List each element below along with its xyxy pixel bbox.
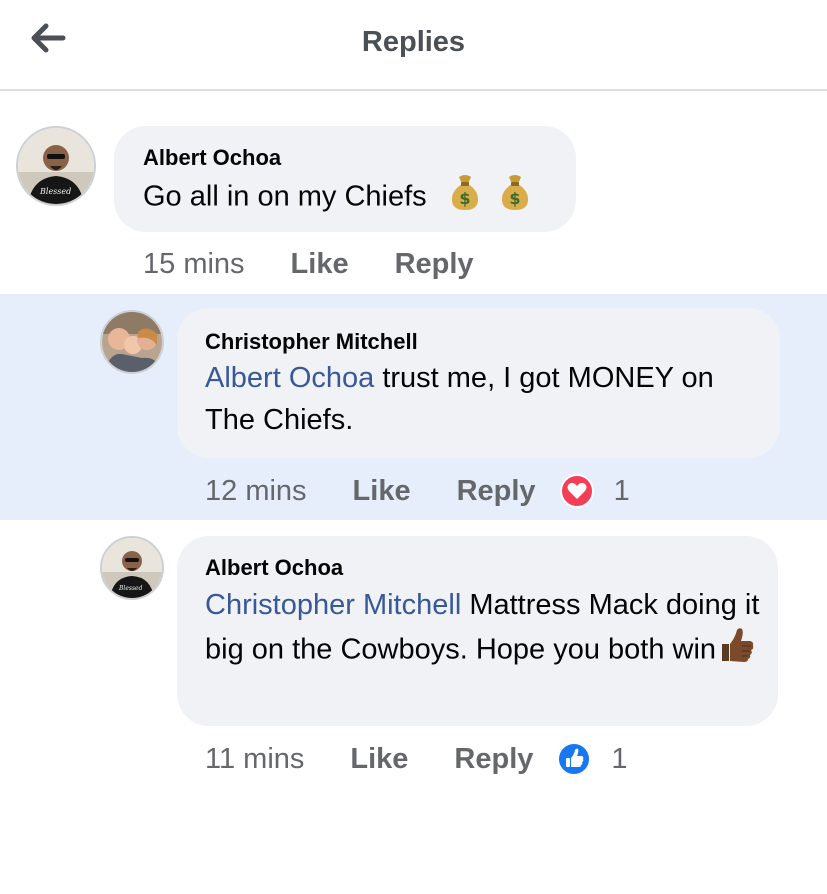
- comment-author[interactable]: Albert Ochoa: [205, 555, 343, 581]
- comment-text: Christopher Mitchell Mattress Mack doing…: [205, 584, 765, 676]
- profile-photo-albert: Blessed: [18, 128, 94, 204]
- like-reaction-icon: [557, 742, 592, 776]
- comment-body: Go all in on my Chiefs: [143, 180, 427, 213]
- profile-photo-albert: Blessed: [102, 538, 162, 598]
- reaction-count: 1: [611, 742, 628, 775]
- reply-button[interactable]: Reply: [395, 248, 474, 281]
- reaction-summary[interactable]: 1: [559, 474, 630, 508]
- page-title: Replies: [361, 26, 466, 58]
- love-reaction-icon: [559, 474, 594, 508]
- money-bag-icon: $: [499, 173, 531, 223]
- reply-button[interactable]: Reply: [457, 475, 536, 508]
- avatar[interactable]: Blessed: [100, 536, 164, 600]
- mention-link[interactable]: Albert Ochoa: [205, 362, 374, 394]
- comment-meta: 11 mins Like Reply 1: [205, 742, 628, 776]
- comment-time: 15 mins: [143, 248, 245, 280]
- comment-meta: 15 mins Like Reply: [143, 248, 520, 281]
- comment-time: 12 mins: [205, 474, 307, 507]
- svg-text:Blessed: Blessed: [118, 585, 143, 592]
- svg-text:$: $: [459, 189, 470, 208]
- svg-text:Blessed: Blessed: [39, 187, 71, 196]
- mention-link[interactable]: Christopher Mitchell: [205, 589, 461, 621]
- comment-author[interactable]: Christopher Mitchell: [205, 329, 418, 355]
- reaction-summary[interactable]: 1: [557, 742, 628, 776]
- comment-author[interactable]: Albert Ochoa: [143, 145, 281, 171]
- like-button[interactable]: Like: [350, 743, 408, 776]
- thumbs-up-icon: [718, 626, 756, 676]
- profile-photo-christopher: [102, 312, 162, 372]
- comment-text: Albert Ochoa trust me, I got MONEY on Th…: [205, 357, 765, 441]
- avatar[interactable]: [100, 310, 164, 374]
- comment-text: Go all in on my Chiefs $ $: [143, 173, 563, 223]
- like-button[interactable]: Like: [291, 248, 349, 281]
- comment-time: 11 mins: [205, 742, 305, 775]
- money-bag-icon: $: [449, 173, 481, 223]
- comment-meta: 12 mins Like Reply 1: [205, 474, 630, 508]
- reaction-count: 1: [613, 474, 630, 507]
- like-button[interactable]: Like: [353, 475, 411, 508]
- reply-button[interactable]: Reply: [454, 743, 533, 776]
- header-bar: Replies: [0, 0, 827, 91]
- avatar[interactable]: Blessed: [16, 126, 96, 206]
- svg-text:$: $: [509, 189, 520, 208]
